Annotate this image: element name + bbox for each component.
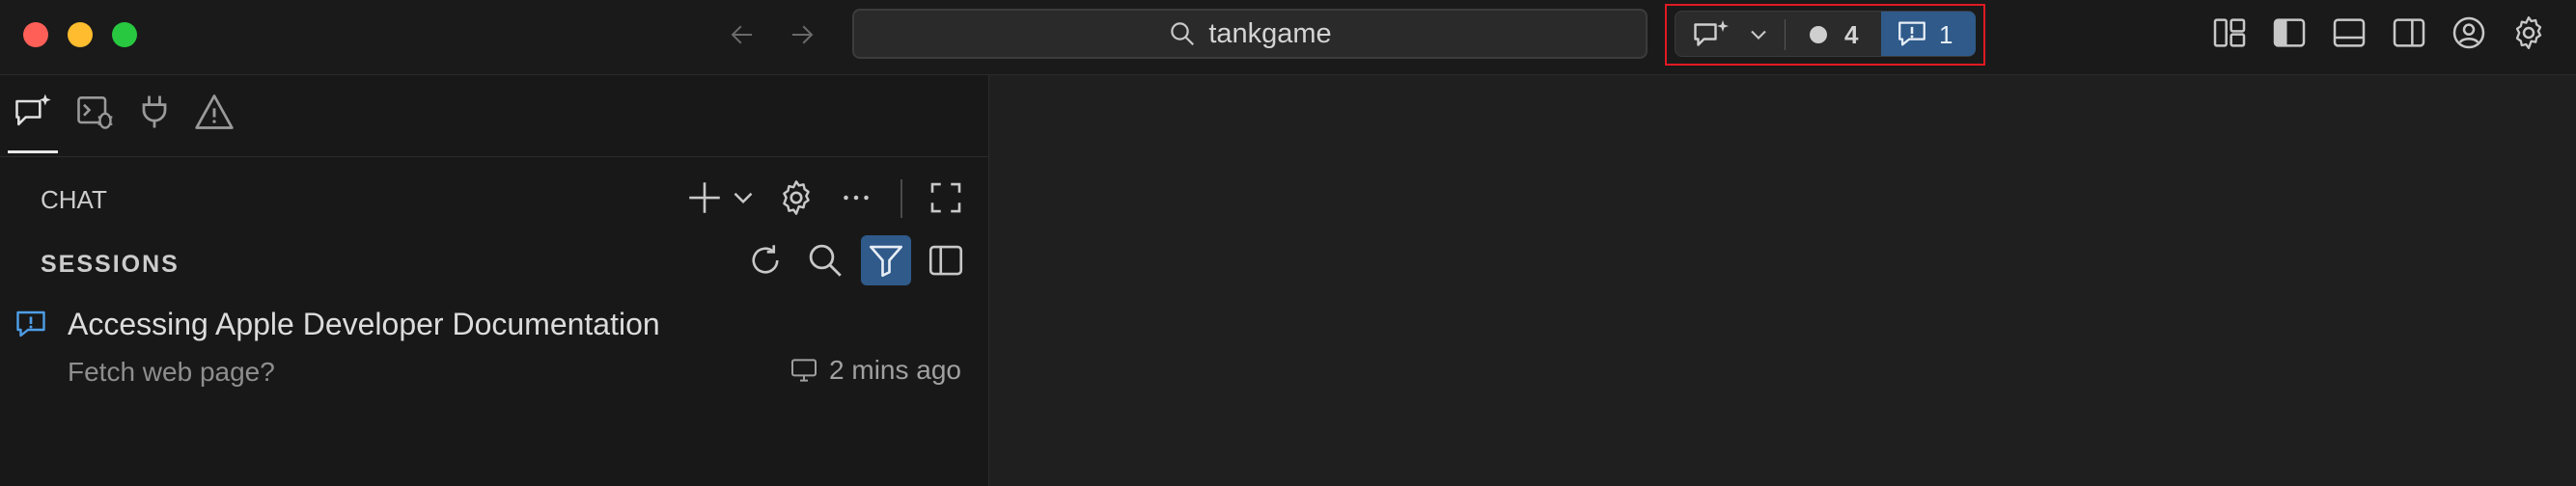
settings-gear-icon[interactable]: [776, 177, 817, 218]
account-icon[interactable]: [2450, 14, 2488, 52]
header-divider: [900, 179, 902, 218]
forward-arrow-icon: [792, 25, 814, 44]
command-center-search[interactable]: tankgame: [852, 9, 1648, 59]
sidebar-tabbar: [0, 75, 989, 157]
tab-debug-console[interactable]: [73, 91, 116, 133]
debug-console-icon: [77, 96, 113, 129]
attention-button[interactable]: 1: [1881, 12, 1976, 56]
minimize-window-button[interactable]: [68, 22, 93, 47]
active-tab-indicator: [8, 150, 58, 153]
new-chat-plus-icon[interactable]: [684, 177, 725, 218]
tab-extensions-plug[interactable]: [133, 91, 176, 133]
divider: [1785, 19, 1786, 50]
chat-sparkle-icon[interactable]: [1689, 17, 1733, 52]
sessions-section-title: SESSIONS: [41, 251, 180, 278]
filter-button[interactable]: [861, 235, 911, 285]
refresh-icon[interactable]: [745, 240, 786, 281]
manage-gear-icon[interactable]: [2509, 14, 2548, 52]
chat-status-control[interactable]: 4 1: [1675, 11, 1976, 57]
attention-count: 1: [1939, 20, 1953, 49]
warning-icon: [195, 94, 234, 129]
close-window-button[interactable]: [23, 22, 48, 47]
maximize-icon[interactable]: [926, 177, 966, 218]
editor-area: [989, 75, 2576, 486]
search-text: tankgame: [1208, 17, 1332, 49]
toggle-panel-icon[interactable]: [2330, 14, 2368, 52]
toggle-secondary-sidebar-icon[interactable]: [2390, 14, 2428, 52]
monitor-icon: [791, 359, 817, 382]
session-meta: 2 mins ago: [789, 355, 961, 386]
chat-alert-icon: [1898, 21, 1925, 46]
status-dot-icon: [1810, 26, 1827, 43]
tab-problems[interactable]: [193, 91, 235, 133]
back-arrow-icon: [731, 25, 752, 44]
toggle-primary-sidebar-icon[interactable]: [2270, 14, 2309, 52]
session-title: Accessing Apple Developer Documentation: [68, 307, 660, 341]
forward-button[interactable]: [781, 15, 823, 54]
zoom-window-button[interactable]: [112, 22, 137, 47]
chat-sidebar: CHAT SESSIONS Accessing Apple Developer …: [0, 75, 989, 486]
layout-customize-icon[interactable]: [2210, 14, 2249, 52]
session-time: 2 mins ago: [829, 355, 961, 385]
title-bar: tankgame 4 1: [0, 0, 2576, 75]
chat-section-title: CHAT: [41, 185, 107, 214]
chat-sparkle-icon: [15, 94, 51, 126]
chat-alert-icon: [16, 310, 45, 338]
more-ellipsis-icon[interactable]: [836, 177, 876, 218]
chevron-down-icon[interactable]: [1745, 21, 1772, 48]
plug-icon: [142, 95, 167, 128]
filter-icon: [869, 245, 903, 278]
back-button[interactable]: [721, 15, 763, 54]
search-icon: [1171, 22, 1195, 46]
search-icon[interactable]: [805, 240, 845, 281]
split-view-icon[interactable]: [926, 240, 966, 281]
tab-chat[interactable]: [12, 91, 54, 133]
session-count: 4: [1844, 20, 1859, 49]
chevron-down-icon[interactable]: [727, 181, 760, 214]
session-subtitle: Fetch web page?: [68, 357, 275, 387]
